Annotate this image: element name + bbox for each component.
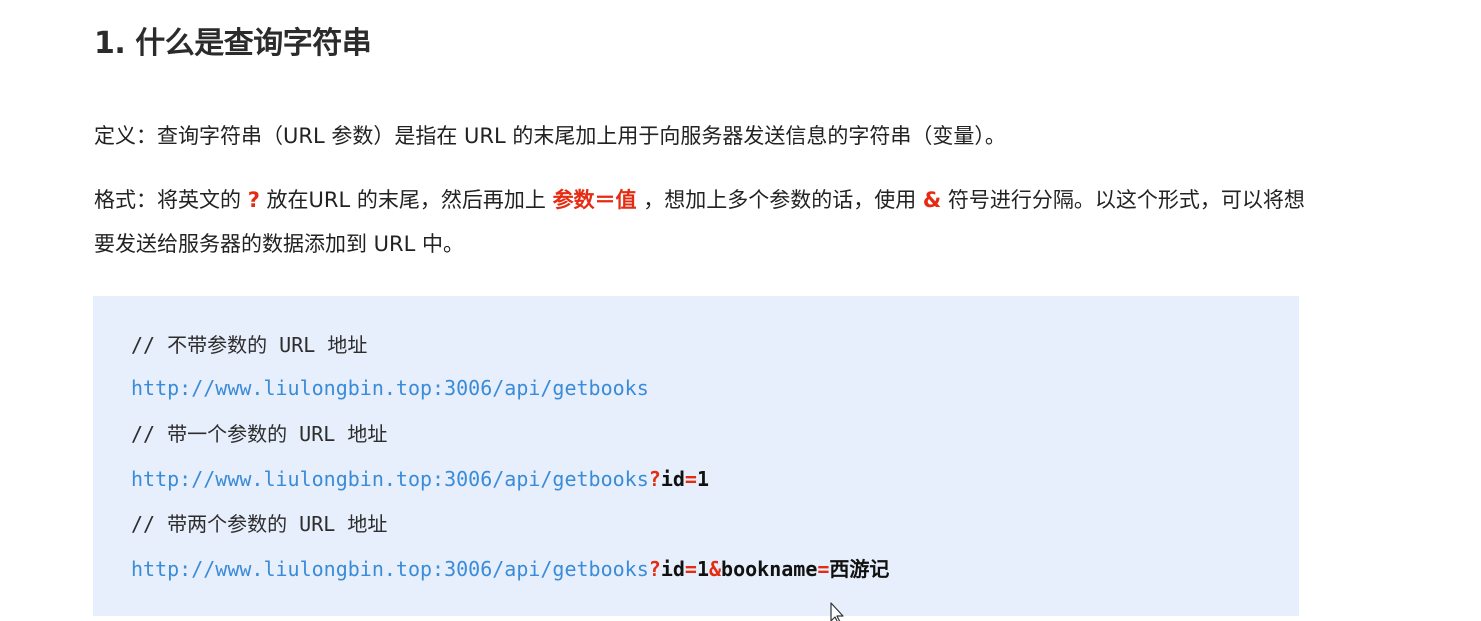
url-equals-sign: = [684, 557, 697, 581]
url-param-key: id [660, 467, 685, 491]
mouse-pointer-icon [830, 602, 844, 621]
code-comment-two-params: // 带两个参数的 URL 地址 [131, 512, 388, 536]
url-param-key: id [660, 557, 685, 581]
url-param-value: 西游记 [829, 557, 890, 581]
ampersand-highlight: & [922, 188, 942, 212]
code-comment-no-params: // 不带参数的 URL 地址 [131, 333, 368, 357]
url-base: http://www.liulongbin.top:3006/api/getbo… [131, 557, 649, 581]
url-base: http://www.liulongbin.top:3006/api/getbo… [131, 467, 649, 491]
definition-paragraph: 定义：查询字符串（URL 参数）是指在 URL 的末尾加上用于向服务器发送信息的… [94, 124, 1006, 148]
question-mark-highlight: ? [247, 188, 260, 212]
code-url-one-param: http://www.liulongbin.top:3006/api/getbo… [131, 464, 709, 494]
format-paragraph: 格式：将英文的 ? 放在URL 的末尾，然后再加上 参数＝值 ，想加上多个参数的… [94, 178, 1309, 266]
url-param-key: bookname [721, 557, 818, 581]
code-block: // 不带参数的 URL 地址 http://www.liulongbin.to… [93, 296, 1299, 616]
url-param-value: 1 [696, 557, 709, 581]
url-equals-sign: = [684, 467, 697, 491]
url-question-mark: ? [648, 467, 661, 491]
section-heading: 1. 什么是查询字符串 [94, 26, 372, 61]
code-url-two-params: http://www.liulongbin.top:3006/api/getbo… [131, 554, 889, 584]
param-equals-value-highlight: 参数＝值 [552, 188, 637, 212]
url-ampersand: & [709, 557, 722, 581]
code-url-no-params: http://www.liulongbin.top:3006/api/getbo… [131, 376, 649, 400]
url-question-mark: ? [648, 557, 661, 581]
format-text-2: 放在URL 的末尾，然后再加上 [259, 188, 553, 212]
url-param-value: 1 [696, 467, 709, 491]
format-text-1: 格式：将英文的 [94, 188, 248, 212]
url-equals-sign: = [817, 557, 830, 581]
code-comment-one-param: // 带一个参数的 URL 地址 [131, 422, 388, 446]
format-text-3: ，想加上多个参数的话，使用 [636, 188, 923, 212]
